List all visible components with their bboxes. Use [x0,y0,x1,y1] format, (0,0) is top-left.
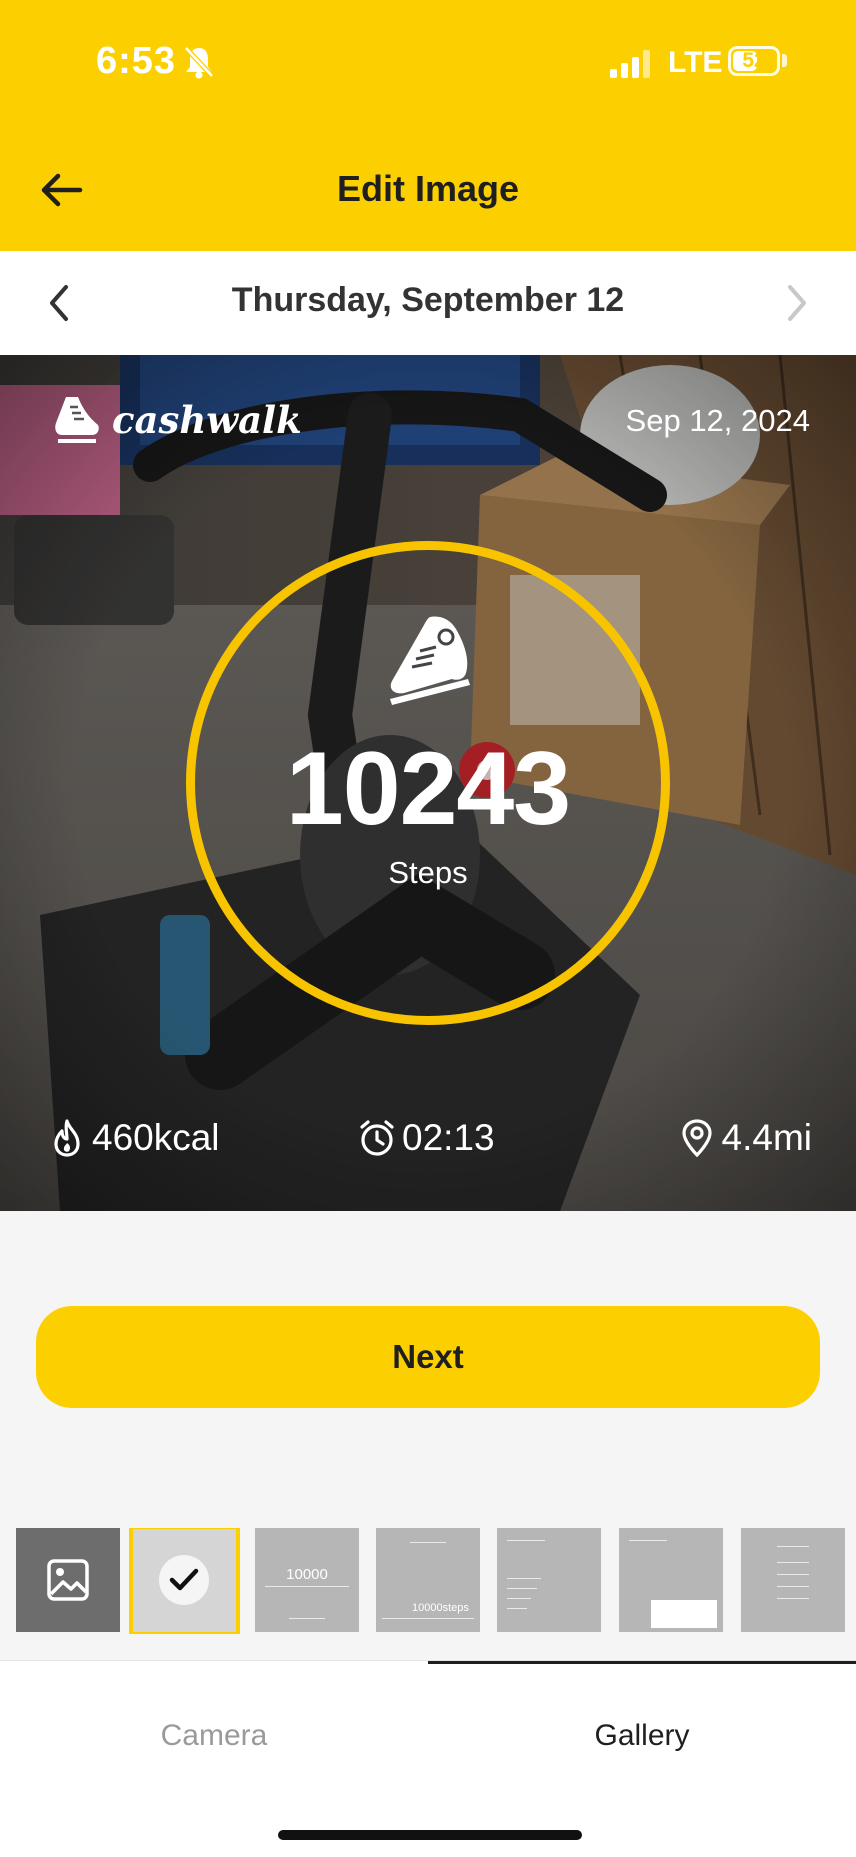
alarm-clock-icon [360,1120,394,1156]
brand-name: cashwalk [112,398,302,442]
template-4-row [507,1608,527,1609]
battery-icon: 52 [728,46,780,76]
status-time: 6:53 [96,40,177,82]
template-6-row [777,1598,809,1599]
template-4-logo [507,1540,545,1541]
template-thumbnail-6[interactable] [741,1528,845,1632]
home-indicator [278,1830,582,1840]
check-icon [169,1568,199,1591]
duration-value: 02:13 [402,1117,495,1158]
bell-muted-icon [184,46,214,79]
template-thumbnail-5[interactable] [619,1528,723,1632]
flame-icon [54,1119,80,1157]
template-5-card [651,1600,717,1628]
photo-preview: cashwalk Sep 12, 2024 10243 Steps 460kca… [0,355,856,1211]
template-6-row [777,1586,809,1587]
template-3-logo [410,1542,446,1543]
template-6-logo [777,1546,809,1547]
template-3-divider [382,1618,474,1619]
template-3-steps: 10000steps [412,1602,469,1614]
shoe-logo-icon [55,397,99,443]
date-navigator: Thursday, September 12 [0,251,856,355]
tab-gallery[interactable]: Gallery [428,1719,856,1753]
calories-stat: 460kcal [48,1117,220,1159]
tab-camera[interactable]: Camera [0,1719,428,1753]
page-title: Edit Image [336,168,520,209]
steps-label: Steps [388,855,468,890]
selected-check [159,1555,209,1605]
gallery-picker-button[interactable] [16,1528,120,1632]
bottom-tab-bar: Camera Gallery [0,1660,856,1857]
next-date-chevron-icon[interactable] [782,281,812,325]
brand-logo: cashwalk [52,393,302,447]
battery-level: 52 [742,49,766,72]
template-thumbnail-2[interactable]: 10000 [255,1528,359,1632]
location-pin-icon [681,1119,712,1158]
next-button[interactable]: Next [36,1306,820,1408]
image-icon [47,1559,89,1601]
template-strip[interactable]: 10000 10000steps [16,1528,856,1634]
template-thumbnail-selected[interactable] [129,1528,240,1634]
photo-date: Sep 12, 2024 [625,403,810,438]
template-thumbnail-4[interactable] [497,1528,601,1632]
distance-value: 4.4mi [721,1117,812,1158]
template-4-row [507,1588,537,1589]
battery-cap [782,54,787,67]
distance-stat: 4.4mi [678,1117,812,1159]
template-6-row [777,1574,809,1575]
template-thumbnail-3[interactable]: 10000steps [376,1528,480,1632]
sneaker-icon [390,616,470,705]
selected-date: Thursday, September 12 [231,281,625,319]
duration-stat: 02:13 [358,1117,495,1159]
calories-value: 460kcal [92,1117,220,1158]
cell-signal-icon [610,50,650,78]
steps-count: 10243 [285,731,571,847]
active-tab-indicator [428,1661,856,1664]
template-5-logo [629,1540,667,1541]
app-header: 6:53 LTE 52 Edit Image [0,0,856,251]
template-6-row [777,1562,809,1563]
template-2-steps: 10000 [286,1566,328,1583]
template-4-row [507,1578,541,1579]
template-4-row [507,1598,531,1599]
network-type: LTE [668,46,723,79]
template-2-footer [289,1618,325,1619]
template-2-divider [265,1586,349,1587]
